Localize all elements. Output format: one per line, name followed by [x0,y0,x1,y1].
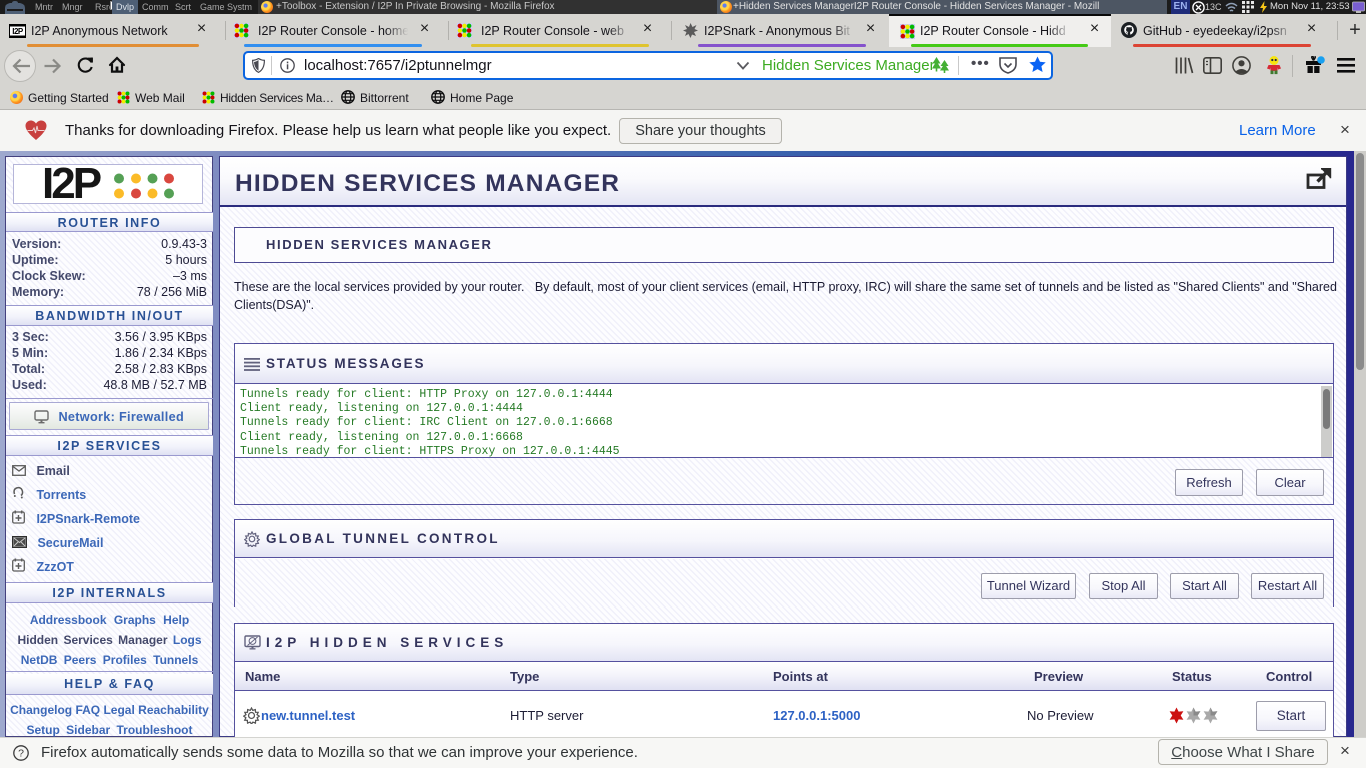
svg-text:?: ? [18,748,24,760]
